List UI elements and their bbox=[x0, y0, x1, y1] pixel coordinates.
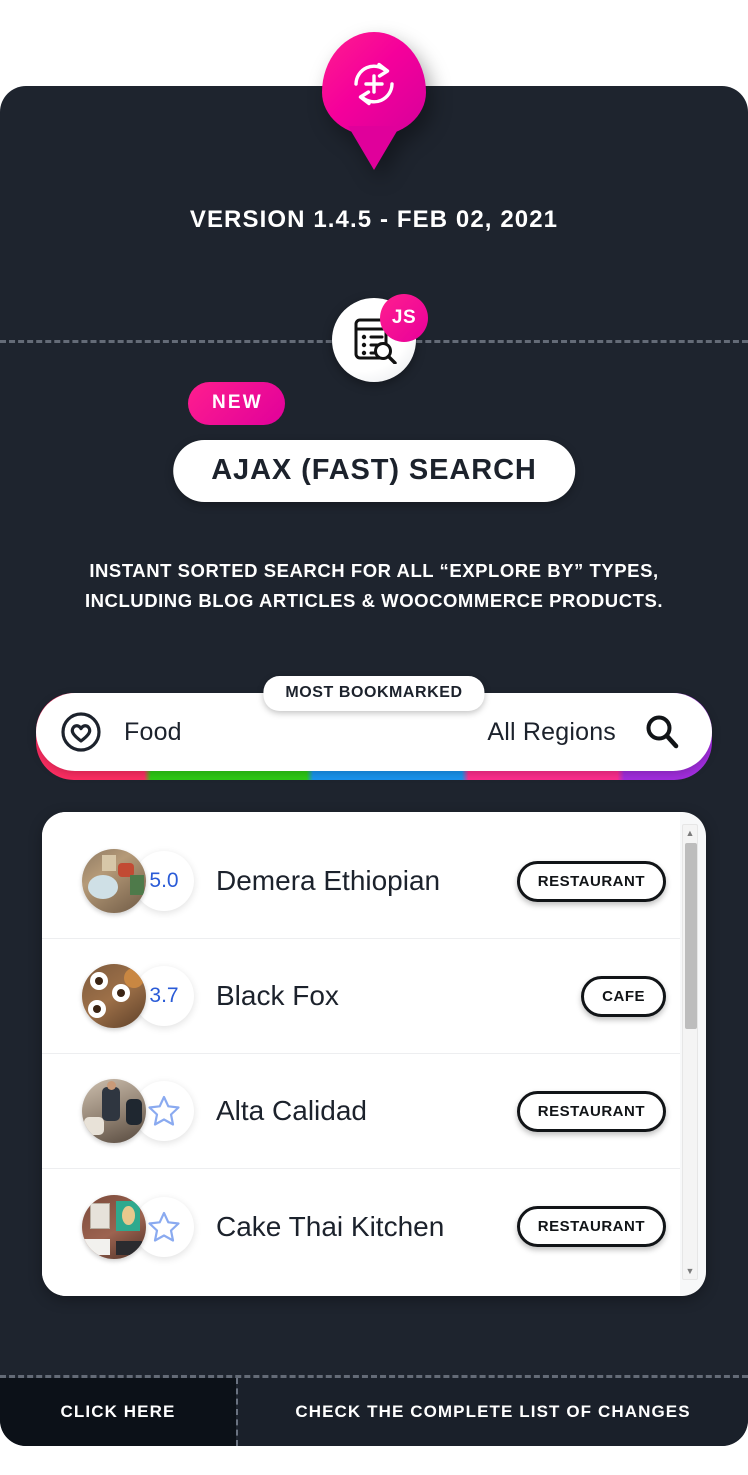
result-thumbnail bbox=[82, 849, 146, 913]
click-here-button[interactable]: CLICK HERE bbox=[0, 1378, 236, 1446]
result-category-tag[interactable]: RESTAURANT bbox=[516, 1206, 666, 1247]
footer-bar: CLICK HERE CHECK THE COMPLETE LIST OF CH… bbox=[0, 1378, 748, 1446]
result-category-tag[interactable]: RESTAURANT bbox=[516, 860, 666, 902]
caret-up-icon[interactable]: ▲ bbox=[683, 826, 697, 840]
release-note-card: VERSION 1.4.5 - FEB 02, 2021 JS NEW AJAX… bbox=[0, 0, 748, 1475]
feature-title: AJAX (FAST) SEARCH bbox=[173, 440, 575, 502]
table-row[interactable]: 5.0 Demera Ethiopian RESTAURANT bbox=[42, 824, 680, 939]
table-row[interactable]: Alta Calidad RESTAURANT bbox=[42, 1054, 680, 1169]
search-region-value[interactable]: All Regions bbox=[487, 718, 616, 747]
result-thumbnail bbox=[82, 964, 146, 1028]
table-row[interactable]: 3.7 Black Fox CAFE bbox=[42, 939, 680, 1054]
results-scrollbar[interactable]: ▲ ▼ bbox=[682, 824, 698, 1280]
scrollbar-thumb[interactable] bbox=[685, 843, 697, 1029]
search-results-panel: 5.0 Demera Ethiopian RESTAURANT 3.7 Blac… bbox=[42, 812, 706, 1296]
result-name[interactable]: Black Fox bbox=[216, 980, 339, 1012]
search-results-list: 5.0 Demera Ethiopian RESTAURANT 3.7 Blac… bbox=[42, 812, 680, 1296]
result-category-tag[interactable]: CAFE bbox=[581, 975, 666, 1017]
result-thumbnail bbox=[82, 1079, 146, 1143]
js-tech-tag: JS bbox=[380, 294, 428, 342]
version-label: VERSION 1.4.5 - FEB 02, 2021 bbox=[189, 206, 559, 233]
most-bookmarked-tab[interactable]: MOST BOOKMARKED bbox=[263, 676, 485, 711]
search-icon[interactable] bbox=[642, 712, 682, 752]
new-badge: NEW bbox=[188, 382, 285, 425]
result-name[interactable]: Alta Calidad bbox=[216, 1095, 367, 1127]
feature-description: INSTANT SORTED SEARCH FOR ALL “EXPLORE B… bbox=[0, 556, 748, 616]
result-category-tag[interactable]: RESTAURANT bbox=[516, 1090, 666, 1132]
description-line-2: INCLUDING BLOG ARTICLES & WOOCOMMERCE PR… bbox=[84, 590, 664, 611]
result-name[interactable]: Demera Ethiopian bbox=[216, 865, 440, 897]
star-outline-icon bbox=[148, 1211, 180, 1242]
refresh-plus-icon bbox=[354, 62, 394, 106]
caret-down-icon[interactable]: ▼ bbox=[683, 1264, 697, 1278]
description-line-1: INSTANT SORTED SEARCH FOR ALL “EXPLORE B… bbox=[89, 560, 659, 581]
update-pin-badge bbox=[322, 32, 426, 164]
feature-icon-badge: JS bbox=[332, 294, 428, 382]
star-outline-icon bbox=[148, 1095, 180, 1126]
result-name[interactable]: Cake Thai Kitchen bbox=[216, 1211, 444, 1243]
heart-circle-icon[interactable] bbox=[60, 711, 102, 753]
search-category-value[interactable]: Food bbox=[124, 718, 182, 747]
changelog-link[interactable]: CHECK THE COMPLETE LIST OF CHANGES bbox=[238, 1378, 748, 1446]
search-widget: MOST BOOKMARKED Food All Regions bbox=[36, 676, 712, 780]
pin-shape bbox=[322, 32, 426, 136]
table-row[interactable]: Cake Thai Kitchen RESTAURANT bbox=[42, 1169, 680, 1284]
result-thumbnail bbox=[82, 1194, 146, 1259]
